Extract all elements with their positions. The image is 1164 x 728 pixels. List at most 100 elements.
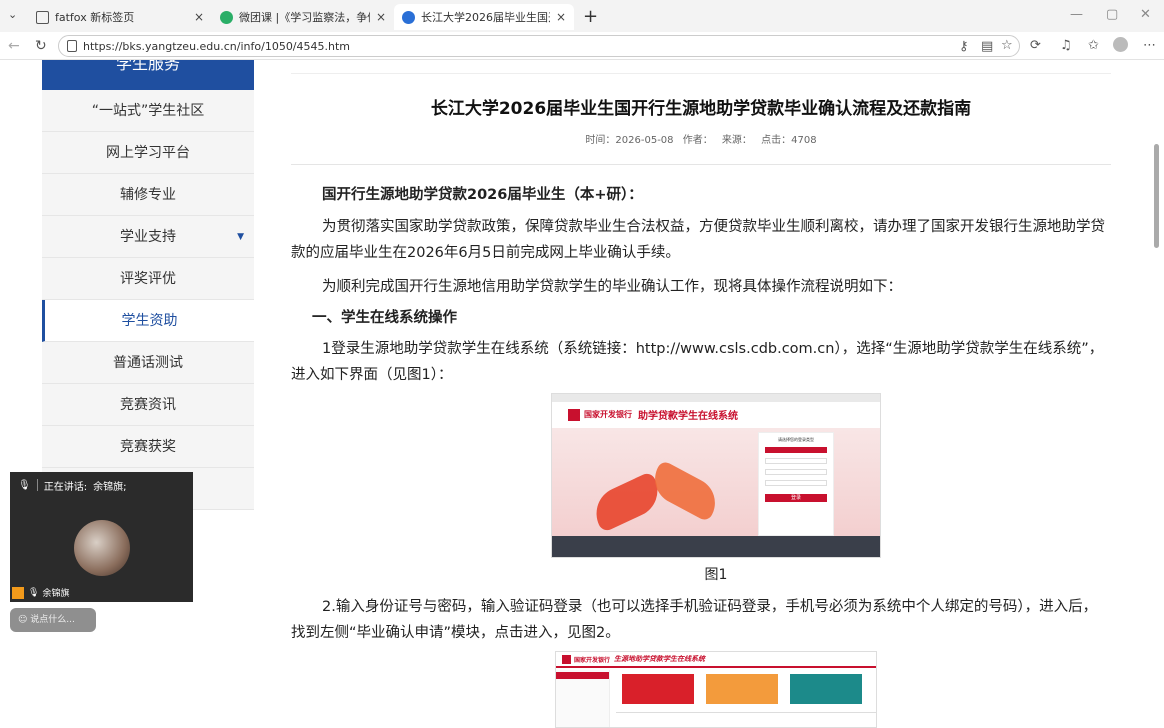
participant-name: 余锦旗 [42, 589, 70, 599]
fig1-browser-bar [552, 394, 880, 402]
chat-input[interactable]: ☺ 说点什么... [10, 608, 96, 632]
sidebar-item-mandarin-test[interactable]: 普通话测试 [42, 342, 254, 384]
sidebar-item-competition-news[interactable]: 竞赛资讯 [42, 384, 254, 426]
page-scrollbar[interactable] [1152, 60, 1162, 728]
section-intro-heading: 国开行生源地助学贷款2026届毕业生（本+研）： [322, 187, 643, 203]
tab-yangtzeu[interactable]: 长江大学2026届毕业生国开行生源… × [394, 4, 574, 30]
tab-title: 微团课 |《学习监察法，争做廉洁… [239, 11, 370, 24]
sidebar-item-academic-support[interactable]: 学业支持 ▼ [42, 216, 254, 258]
fig1-bank-name: 国家开发银行 [584, 410, 632, 419]
sidebar-item-awards[interactable]: 评奖评优 [42, 258, 254, 300]
close-tab-icon[interactable]: × [556, 10, 566, 24]
tab-title: 长江大学2026届毕业生国开行生源… [421, 11, 550, 24]
sidebar-item-label: 评奖评优 [120, 271, 176, 287]
smile-icon: ☺ [18, 615, 28, 625]
meta-source: 来源： [721, 135, 752, 146]
fig1-password-field [765, 469, 827, 475]
fig1-login-title: 请选择您的登录类型 [778, 437, 814, 442]
content-top-border [291, 60, 1111, 74]
fig2-bank-name: 国家开发银行 [574, 657, 611, 664]
fig1-heart-hands-illustration [587, 454, 724, 544]
figure-1-screenshot: 国家开发银行 助学贷款学生在线系统 请选择您的登录类型 登录 [551, 393, 881, 558]
sidebar-item-online-learning[interactable]: 网上学习平台 [42, 132, 254, 174]
meta-author: 作者： [682, 135, 713, 146]
key-icon[interactable]: ⚷ [959, 39, 969, 54]
speaker-name: 余锦旗; [93, 481, 127, 493]
sidebar-item-label: 学生资助 [121, 313, 178, 329]
sidebar-nav: 学生服务 “一站式”学生社区 网上学习平台 辅修专业 学业支持 ▼ 评奖评优 学… [42, 60, 254, 510]
url-text: https://bks.yangtzeu.edu.cn/info/1050/45… [83, 40, 351, 53]
extension-icon[interactable]: ⟳ [1030, 38, 1041, 53]
separator [36, 479, 38, 491]
media-icon[interactable]: ♫ [1060, 38, 1072, 53]
close-tab-icon[interactable]: × [376, 10, 386, 24]
sidebar-item-label: “一站式”学生社区 [91, 103, 205, 119]
participant-label: 🎙 余锦旗 [12, 586, 69, 599]
web-page: 学生服务 “一站式”学生社区 网上学习平台 辅修专业 学业支持 ▼ 评奖评优 学… [0, 60, 1164, 728]
fig2-tile-orange [706, 674, 778, 704]
speaking-label: 正在讲话: [43, 481, 88, 493]
wechat-icon [220, 10, 233, 24]
article-meta: 时间：2026-05-08 作者： 来源： 点击：4708 [291, 131, 1111, 146]
fig1-banner: 请选择您的登录类型 登录 [552, 428, 880, 557]
new-tab-button[interactable]: + [583, 6, 598, 27]
fig2-tab-strip [616, 712, 876, 713]
tab-new-tab[interactable]: fatfox 新标签页 × [28, 4, 212, 30]
tab-bar: ⌄ fatfox 新标签页 × 微团课 |《学习监察法，争做廉洁… × 长江大学… [0, 0, 1164, 32]
sidebar-item-competition-awards[interactable]: 竞赛获奖 [42, 426, 254, 468]
fig1-login-panel: 请选择您的登录类型 登录 [758, 432, 834, 536]
refresh-icon[interactable]: ↻ [35, 38, 47, 54]
mic-small-icon: 🎙 [28, 587, 40, 598]
fig2-system-title: 生源地助学贷款学生在线系统 [614, 655, 705, 663]
sidebar-item-minor[interactable]: 辅修专业 [42, 174, 254, 216]
participant-avatar [74, 520, 130, 576]
paragraph-step-1: 1登录生源地助学贷款学生在线系统（系统链接：http://www.csls.cd… [291, 341, 1104, 383]
fig1-captcha-field [765, 480, 827, 486]
tab-weituanke[interactable]: 微团课 |《学习监察法，争做廉洁… × [212, 4, 394, 30]
tab-list-chevron-icon[interactable]: ⌄ [8, 8, 17, 21]
sidebar-header-label: 学生服务 [115, 60, 180, 73]
new-tab-icon [36, 10, 49, 24]
sidebar-item-label: 网上学习平台 [106, 145, 190, 161]
meeting-video-panel[interactable]: 🎙 正在讲话: 余锦旗; 🎙 余锦旗 [10, 472, 193, 602]
figure-1-caption: 图1 [704, 567, 728, 583]
more-menu-icon[interactable]: ⋯ [1143, 38, 1156, 53]
minimize-button[interactable]: — [1070, 7, 1083, 22]
close-tab-icon[interactable]: × [194, 10, 204, 24]
close-window-button[interactable]: ✕ [1140, 7, 1151, 22]
paragraph-process-intro: 为顺利完成国开行生源地信用助学贷款学生的毕业确认工作，现将具体操作流程说明如下： [322, 279, 902, 295]
sidebar-item-label: 学业支持 [120, 229, 176, 245]
favorite-star-icon[interactable]: ☆ [1001, 38, 1013, 53]
url-field[interactable]: https://bks.yangtzeu.edu.cn/info/1050/45… [58, 35, 1020, 57]
fig2-tile-teal [790, 674, 862, 704]
fig2-bank-logo-icon [562, 655, 571, 664]
fig2-header: 国家开发银行 生源地助学贷款学生在线系统 [556, 652, 876, 668]
sidebar-item-community[interactable]: “一站式”学生社区 [42, 90, 254, 132]
back-icon[interactable]: ← [8, 38, 20, 54]
fig1-id-field [765, 458, 827, 464]
chat-placeholder: 说点什么... [30, 615, 75, 625]
fig1-bank-logo-icon [568, 409, 580, 421]
fig2-left-menu [556, 670, 610, 727]
section-heading-online-system: 一、学生在线系统操作 [312, 310, 457, 326]
maximize-button[interactable]: ▢ [1106, 7, 1118, 22]
sidebar-item-financial-aid[interactable]: 学生资助 [42, 300, 254, 342]
microphone-icon: 🎙 [18, 479, 31, 491]
favorites-icon[interactable]: ✩ [1088, 38, 1099, 53]
fig1-system-title: 助学贷款学生在线系统 [638, 411, 738, 422]
site-favicon-icon [402, 10, 415, 24]
meta-time: 时间：2026-05-08 [585, 135, 674, 146]
profile-avatar-icon[interactable] [1113, 37, 1128, 52]
figure-2-screenshot: 国家开发银行 生源地助学贷款学生在线系统 [555, 651, 877, 728]
fig1-login-tab [765, 447, 827, 453]
reader-icon[interactable]: ▤ [981, 39, 993, 54]
sidebar-item-label: 竞赛获奖 [120, 439, 176, 455]
meta-clicks: 点击：4708 [761, 135, 817, 146]
sidebar-item-label: 普通话测试 [113, 355, 183, 371]
sidebar-item-label: 辅修专业 [120, 187, 176, 203]
paragraph-policy: 为贯彻落实国家助学贷款政策，保障贷款毕业生合法权益，方便贷款毕业生顺利离校，请办… [291, 219, 1105, 261]
host-badge-icon [12, 586, 24, 599]
scrollbar-thumb[interactable] [1154, 144, 1159, 248]
fig2-tile-red [622, 674, 694, 704]
caret-down-icon: ▼ [237, 232, 244, 242]
